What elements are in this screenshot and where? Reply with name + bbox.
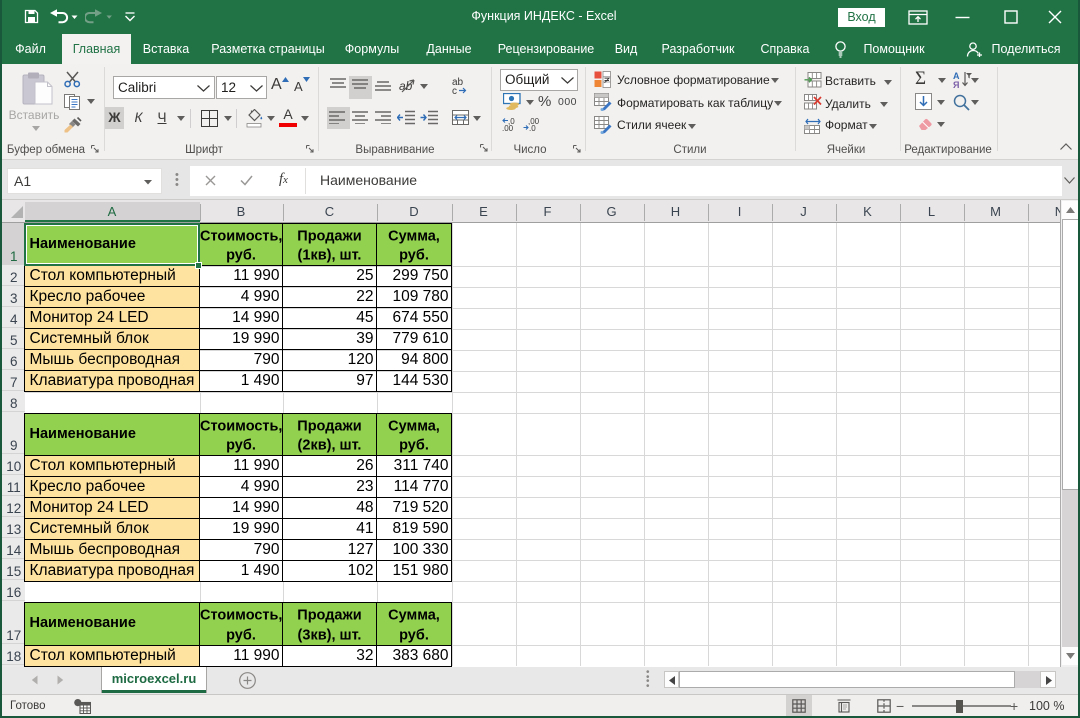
svg-text:Я: Я — [953, 80, 959, 89]
svg-text:,0: ,0 — [529, 124, 536, 131]
svg-text:c: c — [452, 86, 457, 95]
svg-text:,00: ,00 — [502, 124, 514, 131]
